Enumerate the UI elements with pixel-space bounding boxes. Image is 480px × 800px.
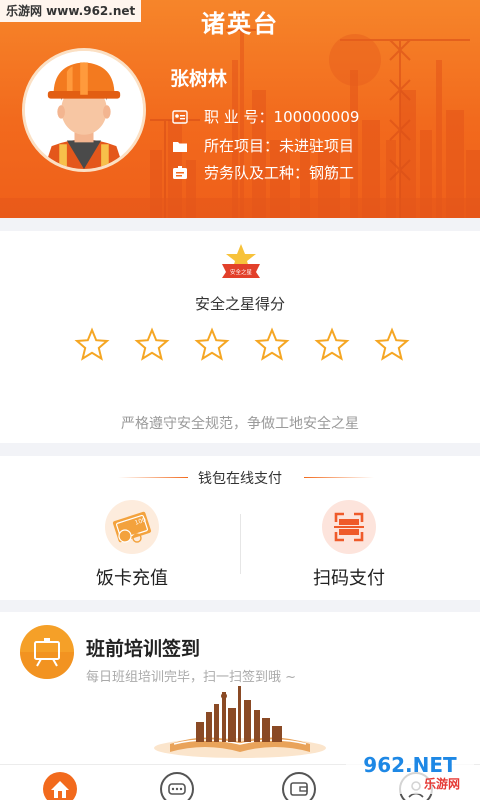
wallet-section: 钱包在线支付 100 饭卡充值 扫码支付: [0, 456, 480, 600]
nav-home-button[interactable]: [42, 771, 78, 800]
scan-icon: [322, 500, 376, 554]
star-3-icon: [194, 327, 230, 363]
nav-messages-button[interactable]: [159, 771, 195, 800]
safety-score-title: 安全之星得分: [194, 295, 285, 313]
site-watermark: 乐游网 www.962.net: [0, 0, 142, 22]
job-number-label: 职 业 号：: [204, 108, 274, 126]
wallet-title: 钱包在线支付: [198, 471, 282, 487]
safety-star-card: 安全之星 安全之星得分 严格遵守安全规范，争做工地安全之星: [0, 231, 480, 443]
scan-pay-label: 扫码支付: [313, 568, 385, 589]
wallet-divider: [240, 514, 241, 574]
wallet-title-divider-right: [304, 477, 374, 478]
nav-wallet-button[interactable]: [281, 771, 317, 800]
star-4-icon: [254, 327, 290, 363]
id-card-icon: [172, 109, 188, 124]
worker-avatar[interactable]: [22, 48, 146, 172]
worker-name: 张树林: [170, 68, 228, 90]
profile-header: 诸英台 张树林 职 业 号： 100000009 所在项目： 未进驻项目 劳务队…: [0, 0, 480, 218]
city-book-illustration: [150, 682, 330, 762]
meal-card-icon: 100: [105, 500, 159, 554]
job-number-value: 100000009: [273, 107, 360, 126]
team-label: 劳务队及工种：: [204, 164, 310, 182]
star-6-icon: [374, 327, 410, 363]
job-number-row: 职 业 号： 100000009: [172, 106, 359, 127]
project-row: 所在项目： 未进驻项目: [172, 135, 354, 156]
svg-text:乐游网: 乐游网: [424, 776, 460, 791]
safety-slogan: 严格遵守安全规范，争做工地安全之星: [121, 416, 359, 432]
training-title: 班前培训签到: [86, 638, 201, 660]
star-2-icon: [134, 327, 170, 363]
badge-text: 安全之星: [230, 268, 253, 276]
presentation-board-icon: [20, 625, 74, 679]
site-brand-watermark-logo: 962.NET 乐游网: [346, 750, 474, 794]
svg-text:962.NET: 962.NET: [363, 753, 457, 777]
chat-icon: [160, 772, 194, 800]
worker-avatar-illustration: [25, 51, 143, 169]
meal-card-recharge-button[interactable]: 100 饭卡充值: [52, 498, 212, 594]
safety-star-badge-icon: 安全之星: [218, 242, 264, 282]
meal-card-recharge-label: 饭卡充值: [96, 568, 168, 589]
folder-icon: [172, 139, 188, 153]
star-1-icon: [74, 327, 110, 363]
project-label: 所在项目：: [204, 137, 280, 155]
scan-pay-button[interactable]: 扫码支付: [269, 498, 429, 594]
badge-icon: [172, 165, 188, 180]
team-row: 劳务队及工种： 钢筋工: [172, 162, 354, 183]
star-rating: [0, 327, 480, 363]
home-icon: [43, 772, 77, 800]
project-value: 未进驻项目: [279, 137, 355, 155]
star-5-icon: [314, 327, 350, 363]
team-value: 钢筋工: [309, 164, 355, 182]
training-checkin-card[interactable]: 班前培训签到 每日班组培训完毕，扫一扫签到哦 ~: [0, 612, 480, 764]
wallet-icon: [282, 772, 316, 800]
